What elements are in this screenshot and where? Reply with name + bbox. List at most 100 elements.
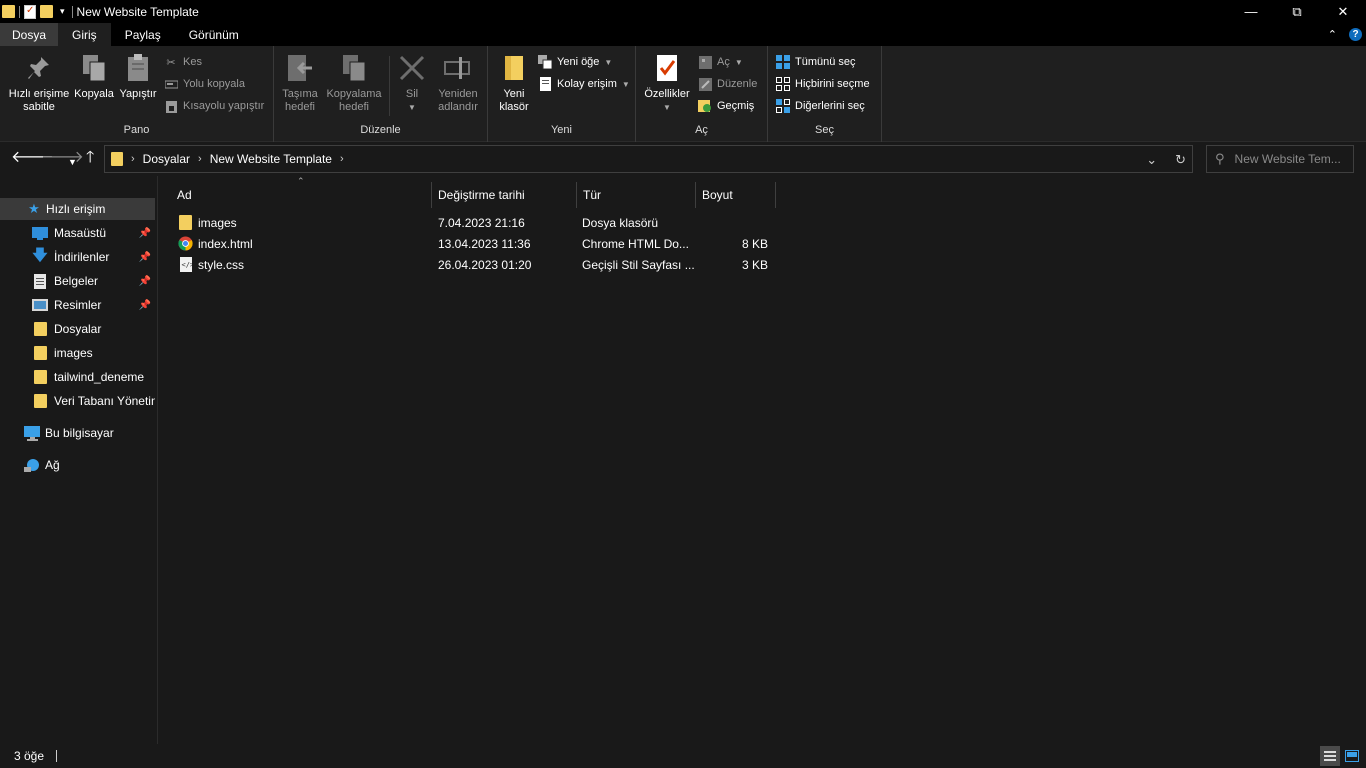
copy-to-button[interactable]: Kopyalama hedefi — [324, 52, 384, 114]
address-bar[interactable]: › Dosyalar › New Website Template › ⌄ ↻ — [104, 145, 1193, 173]
item-count: 3 öğe — [14, 749, 45, 763]
file-row[interactable]: images 7.04.2023 21:16 Dosya klasörü — [171, 213, 771, 234]
quick-access-toolbar: ▾ — [0, 0, 73, 23]
properties-button[interactable]: Özellikler ▼ — [640, 52, 694, 114]
refresh-icon[interactable]: ↻ — [1175, 152, 1186, 168]
nav-item-documents[interactable]: Belgeler 📌 — [0, 270, 155, 292]
up-arrow-icon[interactable]: 🡑 — [86, 150, 94, 166]
new-folder-icon[interactable] — [40, 5, 53, 18]
chevron-right-icon[interactable]: › — [340, 153, 344, 165]
search-placeholder: New Website Tem... — [1234, 152, 1341, 166]
group-label: Yeni — [550, 124, 572, 136]
column-header-name[interactable]: Ad — [171, 183, 431, 207]
chrome-icon — [178, 236, 193, 254]
delete-x-icon — [397, 52, 427, 84]
tab-home[interactable]: Giriş — [58, 23, 111, 46]
pictures-icon — [32, 297, 48, 313]
divider — [389, 56, 390, 116]
chevron-down-icon[interactable]: ▾ — [57, 6, 68, 17]
history-button[interactable]: Geçmiş — [698, 96, 754, 116]
chevron-down-icon: ▼ — [734, 57, 743, 67]
minimize-button[interactable]: — — [1228, 0, 1274, 23]
file-name: style.css — [198, 258, 245, 272]
nav-item-dosyalar[interactable]: Dosyalar — [0, 318, 155, 340]
chevron-down-icon: ▼ — [604, 57, 613, 67]
chevron-right-icon[interactable]: › — [198, 153, 202, 165]
large-icons-view-icon[interactable] — [1342, 746, 1362, 766]
copy-button[interactable]: Kopyala — [72, 52, 116, 101]
select-none-icon — [776, 77, 790, 91]
file-row[interactable]: index.html 13.04.2023 11:36 Chrome HTML … — [171, 234, 771, 255]
chevron-right-icon[interactable]: › — [131, 153, 135, 165]
paste-button[interactable]: Yapıştır — [116, 52, 160, 101]
maximize-button[interactable]: ⧉ — [1274, 0, 1320, 23]
file-name: index.html — [198, 237, 253, 251]
invert-selection-button[interactable]: Diğerlerini seç — [776, 96, 865, 116]
pin-icon[interactable]: 📌 — [139, 252, 151, 263]
tab-share[interactable]: Paylaş — [111, 23, 175, 46]
column-divider[interactable] — [775, 182, 776, 208]
group-label: Aç — [695, 124, 708, 136]
help-icon[interactable]: ? — [1349, 28, 1362, 41]
edit-button[interactable]: Düzenle — [698, 74, 757, 94]
nav-item-desktop[interactable]: Masaüstü 📌 — [0, 222, 155, 244]
nav-item-downloads[interactable]: 🡇 İndirilenler 📌 — [0, 246, 155, 268]
new-item-button[interactable]: Yeni öğe ▼ — [538, 52, 612, 72]
tab-view[interactable]: Görünüm — [175, 23, 253, 46]
pin-icon[interactable]: 📌 — [139, 300, 151, 311]
nav-this-pc[interactable]: Bu bilgisayar — [0, 422, 155, 444]
desktop-icon — [32, 225, 48, 241]
column-header-modified[interactable]: Değiştirme tarihi — [432, 183, 576, 207]
file-row[interactable]: </> style.css 26.04.2023 01:20 Geçişli S… — [171, 255, 771, 276]
nav-network[interactable]: Ağ — [0, 454, 155, 476]
details-view-icon[interactable] — [1320, 746, 1340, 766]
pin-icon[interactable]: 📌 — [139, 228, 151, 239]
delete-button[interactable]: Sil ▼ — [394, 52, 430, 114]
chevron-down-icon: ▼ — [663, 103, 671, 112]
tab-file[interactable]: Dosya — [0, 23, 59, 46]
copy-path-button[interactable]: Yolu kopyala — [164, 74, 245, 94]
column-header-size[interactable]: Boyut — [696, 183, 775, 207]
move-to-button[interactable]: Taşıma hedefi — [276, 52, 324, 114]
select-none-button[interactable]: Hiçbirini seçme — [776, 74, 870, 94]
group-open: Özellikler ▼ Aç ▼ Düzenle Geçmiş Aç — [636, 46, 768, 142]
pin-icon[interactable]: 📌 — [139, 276, 151, 287]
group-organize: Taşıma hedefi Kopyalama hedefi Sil ▼ Yen… — [274, 46, 488, 142]
css-file-icon: </> — [180, 257, 194, 275]
properties-icon[interactable] — [24, 4, 36, 19]
chevron-up-icon[interactable]: ⌃ — [1328, 28, 1337, 41]
pin-icon — [24, 52, 54, 84]
recent-locations-chevron-icon[interactable]: ▼ — [68, 154, 77, 170]
network-icon — [24, 457, 40, 473]
nav-item-images[interactable]: images — [0, 342, 155, 364]
file-size: 8 KB — [741, 237, 768, 251]
copy-path-icon — [164, 77, 178, 91]
chevron-down-icon[interactable]: ⌄ — [1146, 152, 1157, 168]
forward-arrow-icon[interactable]: 🡒 — [41, 150, 84, 166]
rename-button[interactable]: Yeniden adlandır — [432, 52, 484, 114]
nav-item-pictures[interactable]: Resimler 📌 — [0, 294, 155, 316]
close-button[interactable]: ✕ — [1320, 0, 1366, 23]
nav-item-tailwind[interactable]: tailwind_deneme — [0, 366, 155, 388]
divider — [19, 5, 20, 18]
paste-shortcut-button[interactable]: Kısayolu yapıştır — [164, 96, 264, 116]
column-header-type[interactable]: Tür — [577, 183, 695, 207]
new-folder-button[interactable]: Yeni klasör — [494, 52, 534, 114]
status-bar: 3 öğe — [0, 744, 1366, 768]
file-type: Chrome HTML Do... — [582, 237, 689, 251]
scissors-icon: ✂ — [166, 56, 176, 69]
clipboard-icon — [123, 52, 153, 84]
nav-quick-access[interactable]: ★ Hızlı erişim — [0, 198, 155, 220]
search-input[interactable]: ⚲ New Website Tem... — [1206, 145, 1354, 173]
easy-access-button[interactable]: Kolay erişim ▼ — [538, 74, 630, 94]
file-type: Geçişli Stil Sayfası ... — [582, 258, 695, 272]
open-button[interactable]: Aç ▼ — [698, 52, 743, 72]
breadcrumb-dosyalar[interactable]: Dosyalar — [143, 152, 190, 166]
pin-quick-access-button[interactable]: Hızlı erişime sabitle — [6, 52, 72, 114]
nav-item-veri-tabani[interactable]: Veri Tabanı Yönetim — [0, 390, 155, 412]
select-all-button[interactable]: Tümünü seç — [776, 52, 856, 72]
address-row: 🡐 🡒 ▼ 🡑 › Dosyalar › New Website Templat… — [0, 142, 1366, 176]
breadcrumb-current[interactable]: New Website Template — [210, 152, 332, 166]
cut-button[interactable]: ✂ Kes — [164, 52, 202, 72]
rename-icon — [443, 52, 473, 84]
